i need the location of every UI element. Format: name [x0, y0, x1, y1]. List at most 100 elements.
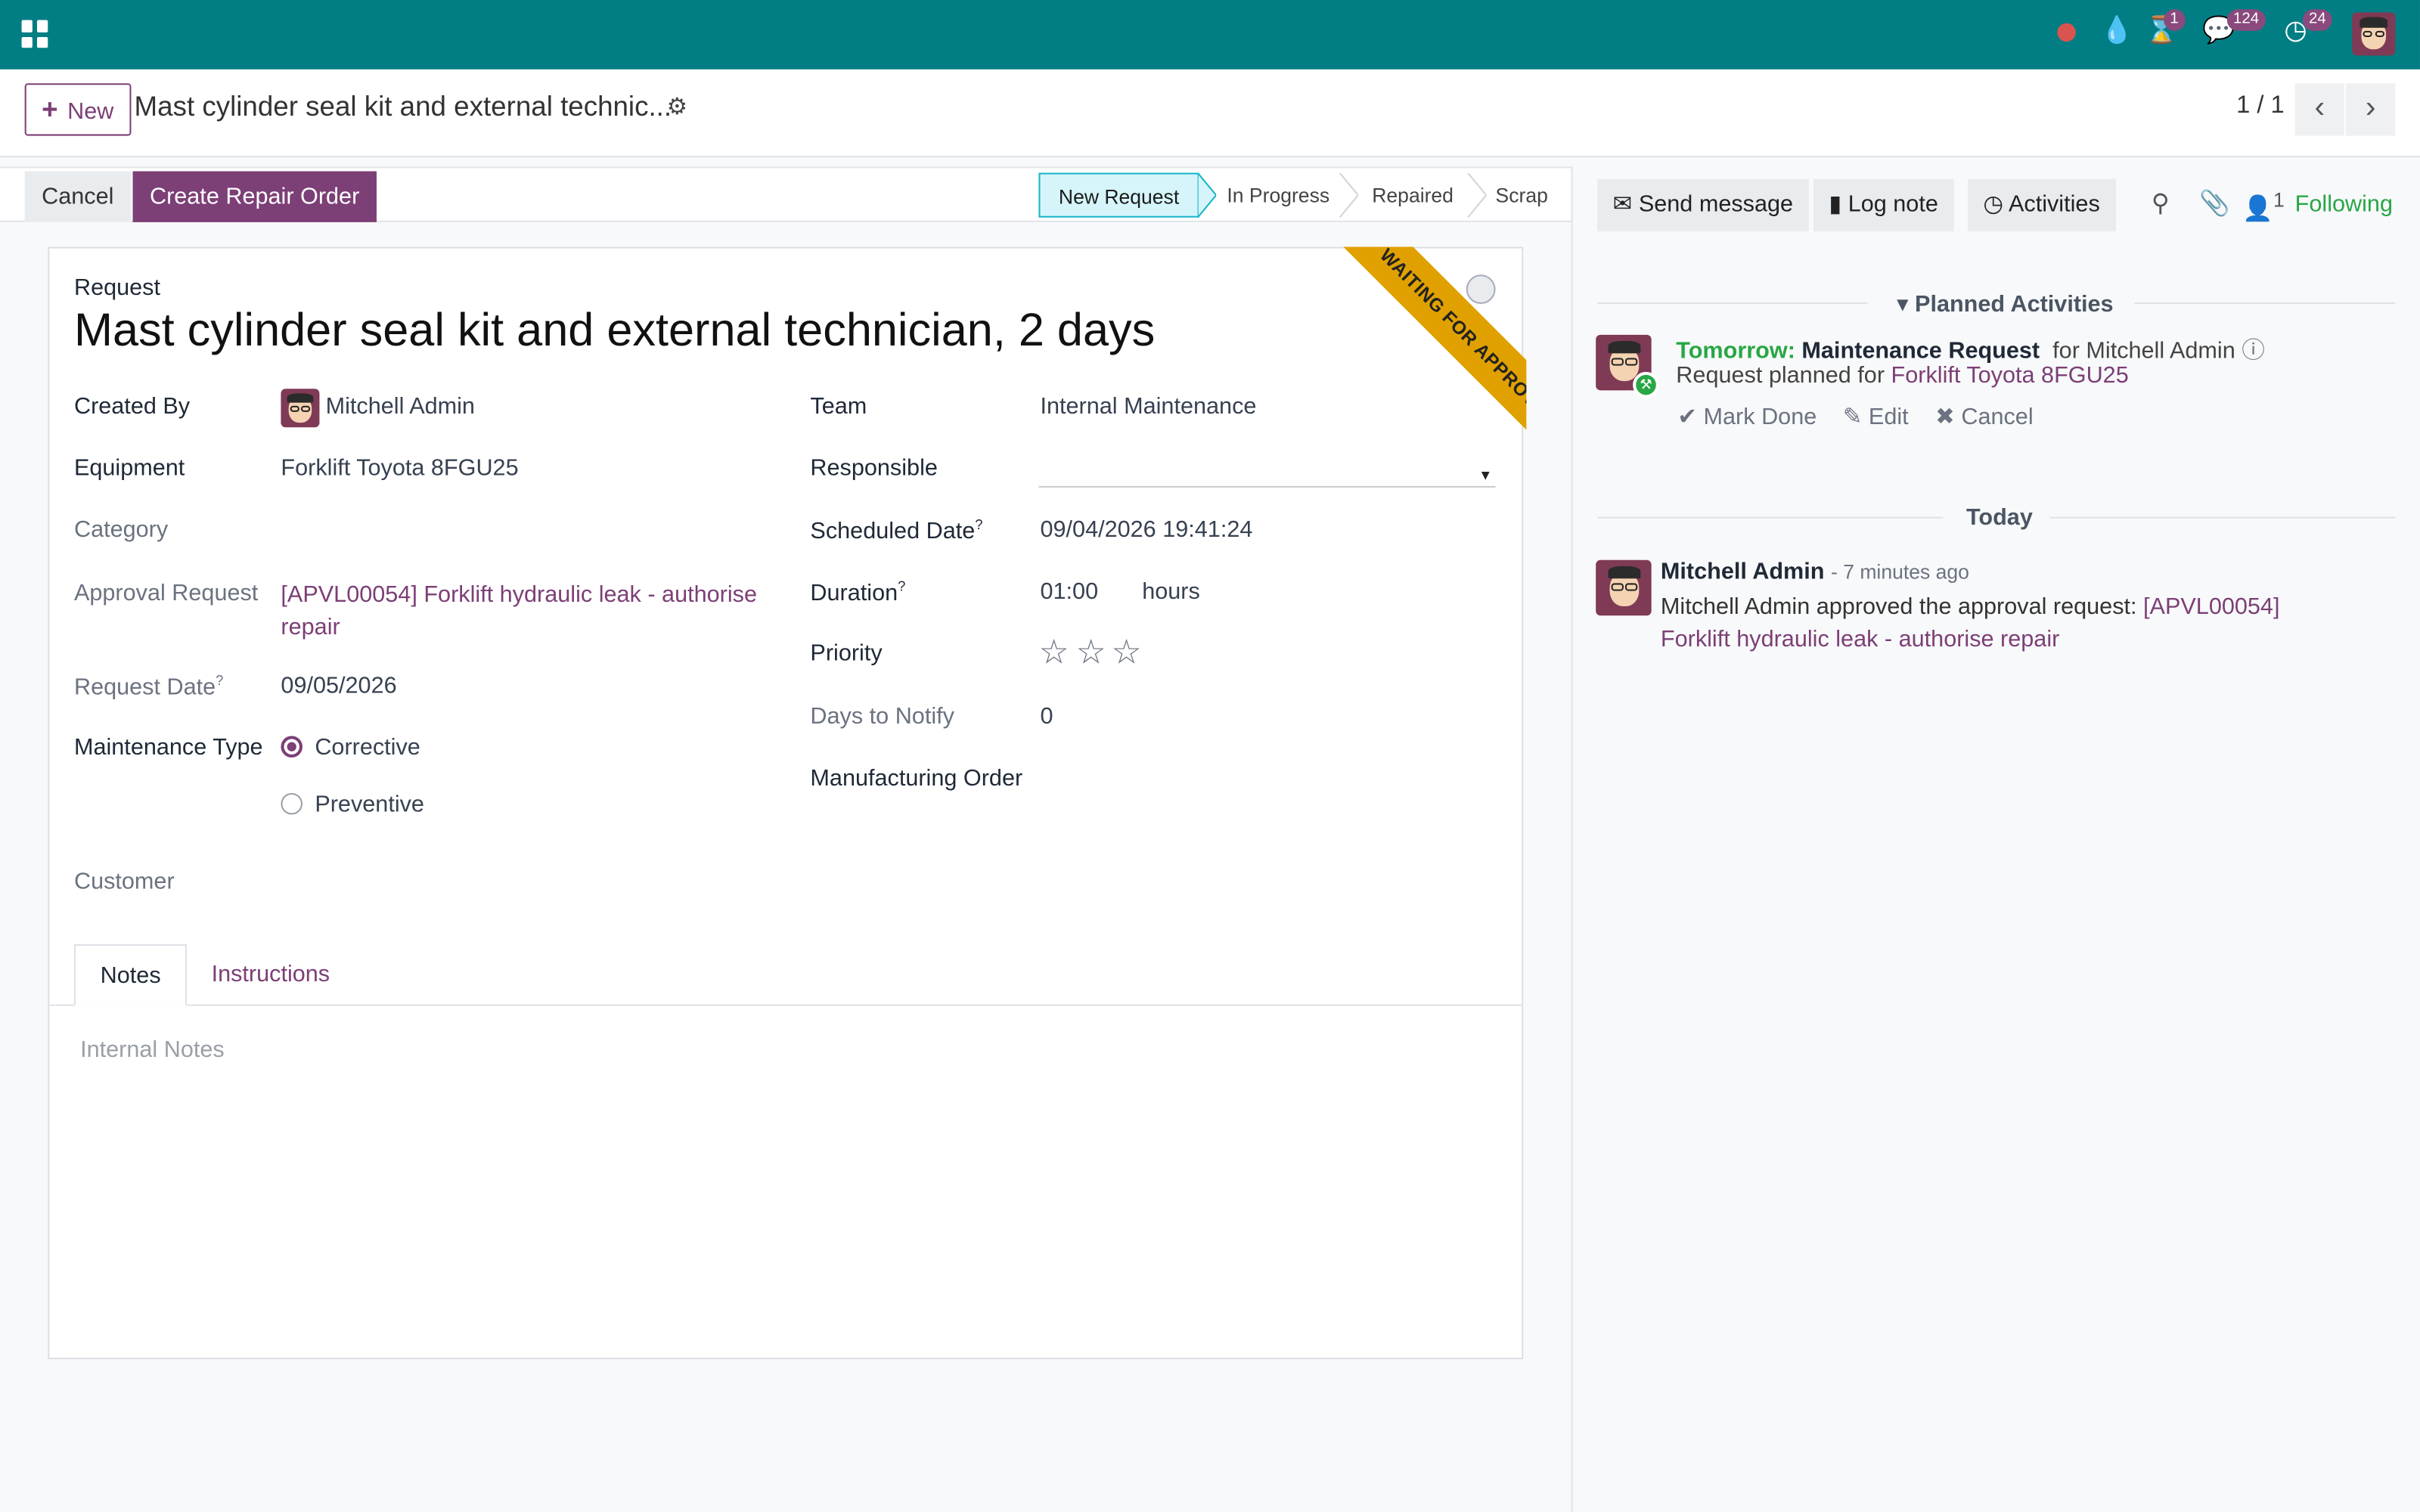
- message-author-avatar[interactable]: [1596, 559, 1652, 616]
- activities-hourglass-icon[interactable]: ⌛ 1: [2145, 9, 2185, 54]
- droplet-icon[interactable]: 💧: [2101, 15, 2133, 54]
- responsible-input[interactable]: [1040, 455, 1472, 486]
- record-status-icon[interactable]: [2057, 23, 2076, 42]
- stage-repaired[interactable]: Repaired: [1372, 173, 1454, 218]
- planned-separator-left: [1597, 302, 1868, 305]
- internal-notes-field[interactable]: Internal Notes: [80, 1036, 225, 1063]
- stage-new-request[interactable]: New Request: [1038, 172, 1199, 218]
- days-to-notify-label: Days to Notify: [810, 703, 954, 730]
- created-by-label: Created By: [73, 393, 191, 420]
- request-label: Request: [73, 274, 160, 301]
- stage-separator: [1339, 172, 1358, 218]
- priority-star-icon[interactable]: ☆: [1111, 633, 1141, 673]
- info-icon[interactable]: ⓘ: [2242, 338, 2265, 364]
- new-button-label: New: [67, 98, 114, 125]
- messages-badge: 124: [2226, 9, 2266, 31]
- request-title[interactable]: Mast cylinder seal kit and external tech…: [74, 305, 1155, 358]
- request-date-label-text: Request Date: [73, 674, 216, 701]
- request-date-value[interactable]: 09/05/2026: [281, 673, 396, 699]
- activity-due: Tomorrow:: [1676, 337, 1795, 364]
- planned-separator-right: [2134, 302, 2396, 305]
- message-text: Mitchell Admin approved the approval req…: [1660, 593, 2137, 621]
- activity-summary-text: Request planned for: [1676, 362, 1885, 389]
- manufacturing-order-label: Manufacturing Order: [810, 765, 1023, 792]
- edit-activity-button[interactable]: ✎ Edit: [1843, 403, 1909, 431]
- radio-preventive[interactable]: [281, 792, 302, 815]
- duration-label-text: Duration: [810, 580, 898, 607]
- activity-type: Maintenance Request: [1801, 337, 2040, 364]
- top-navbar: 💧 ⌛ 1 💬 124 ◷ 24: [0, 0, 2420, 70]
- equipment-value[interactable]: Forklift Toyota 8FGU25: [281, 455, 518, 482]
- pager-next-button[interactable]: ›: [2346, 83, 2396, 136]
- message-time: - 7 minutes ago: [1830, 559, 1969, 584]
- mark-done-label: Mark Done: [1703, 404, 1817, 431]
- create-repair-order-button[interactable]: Create Repair Order: [132, 171, 377, 222]
- chevron-down-icon[interactable]: ▼: [1478, 467, 1492, 482]
- approval-request-link-cont[interactable]: repair: [281, 614, 340, 640]
- scheduled-date-value[interactable]: 09/04/2026 19:41:24: [1040, 517, 1252, 544]
- stage-separator: [1467, 172, 1487, 218]
- corrective-option-label[interactable]: Corrective: [315, 734, 420, 761]
- pager-value[interactable]: 1 / 1: [2236, 92, 2285, 120]
- activities-label: Activities: [2008, 191, 2100, 218]
- activity-summary-link[interactable]: Forklift Toyota 8FGU25: [1891, 363, 2129, 389]
- search-icon[interactable]: ⚲: [2152, 188, 2170, 219]
- send-message-label: Send message: [1638, 191, 1794, 218]
- planned-activities-toggle[interactable]: ▾ Planned Activities: [1897, 290, 2113, 318]
- breadcrumb-title: Mast cylinder seal kit and external tech…: [134, 91, 672, 122]
- followers-icon[interactable]: 👤1: [2242, 188, 2284, 225]
- activities-button[interactable]: ◷ Activities: [1968, 178, 2116, 232]
- today-separator-left: [1597, 516, 1944, 519]
- created-by-value[interactable]: Mitchell Admin: [326, 393, 475, 420]
- tab-instructions[interactable]: Instructions: [187, 944, 355, 1006]
- message-header: Mitchell Admin - 7 minutes ago: [1661, 559, 1969, 585]
- clock-icon[interactable]: ◷ 24: [2284, 9, 2332, 54]
- customer-label: Customer: [73, 868, 175, 895]
- team-value[interactable]: Internal Maintenance: [1040, 393, 1256, 420]
- following-button[interactable]: Following: [2295, 191, 2393, 218]
- clock-badge: 24: [2302, 9, 2332, 31]
- scheduled-date-label-text: Scheduled Date: [810, 518, 976, 545]
- activity-summary: Request planned for Forklift Toyota 8FGU…: [1676, 363, 2128, 389]
- help-tooltip-icon[interactable]: ?: [898, 578, 905, 593]
- stage-scrap[interactable]: Scrap: [1496, 173, 1548, 218]
- gear-icon[interactable]: ⚙: [667, 92, 687, 120]
- today-separator-right: [2049, 516, 2396, 519]
- preventive-option-label[interactable]: Preventive: [315, 792, 424, 818]
- mark-done-button[interactable]: ✔ Mark Done: [1677, 403, 1817, 431]
- priority-star-icon[interactable]: ☆: [1038, 633, 1069, 673]
- log-note-button[interactable]: ▮ Log note: [1813, 178, 1954, 232]
- stage-arrow-active: [1197, 172, 1217, 218]
- user-avatar[interactable]: [2352, 12, 2396, 56]
- planned-activities-title: Planned Activities: [1915, 291, 2114, 318]
- pager-previous-button[interactable]: ‹: [2294, 83, 2344, 136]
- cancel-button[interactable]: Cancel: [24, 171, 131, 222]
- cancel-activity-label: Cancel: [1961, 404, 2034, 431]
- responsible-underline: [1038, 485, 1496, 488]
- paperclip-icon[interactable]: 📎: [2199, 188, 2230, 219]
- kanban-state-toggle[interactable]: [1466, 274, 1496, 305]
- message-author[interactable]: Mitchell Admin: [1661, 559, 1825, 585]
- duration-unit: hours: [1142, 578, 1200, 605]
- message-approval-link[interactable]: [APVL00054]: [2143, 594, 2279, 621]
- priority-star-icon[interactable]: ☆: [1075, 633, 1106, 673]
- days-to-notify-value[interactable]: 0: [1040, 704, 1053, 730]
- today-label: Today: [1965, 504, 2033, 531]
- approval-request-link[interactable]: [APVL00054] Forklift hydraulic leak - au…: [281, 581, 757, 608]
- activity-assignee: for Mitchell Admin: [2052, 337, 2235, 364]
- message-body-line1: Mitchell Admin approved the approval req…: [1661, 594, 2280, 621]
- scheduled-date-label: Scheduled Date?: [810, 517, 982, 545]
- help-tooltip-icon[interactable]: ?: [216, 673, 223, 688]
- stage-in-progress[interactable]: In Progress: [1227, 173, 1329, 218]
- help-tooltip-icon[interactable]: ?: [975, 517, 982, 532]
- messages-icon[interactable]: 💬 124: [2202, 9, 2266, 54]
- tab-notes[interactable]: Notes: [73, 943, 188, 1006]
- duration-value[interactable]: 01:00: [1040, 578, 1098, 605]
- message-approval-link-cont[interactable]: Forklift hydraulic leak - authorise repa…: [1661, 627, 2059, 653]
- send-message-button[interactable]: ✉ Send message: [1597, 178, 1809, 232]
- apps-menu-icon[interactable]: [21, 20, 50, 48]
- cancel-activity-button[interactable]: ✖ Cancel: [1935, 403, 2033, 431]
- wrench-icon: ⚒: [1633, 371, 1659, 398]
- radio-corrective[interactable]: [281, 736, 302, 758]
- new-button[interactable]: + New: [24, 83, 131, 136]
